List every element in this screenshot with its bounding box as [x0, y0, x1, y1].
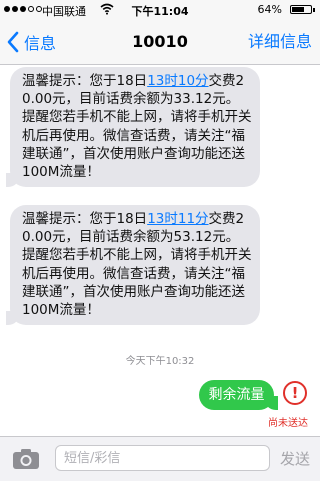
message-timestamp: 今天下午10:32: [125, 356, 195, 367]
compose-bar: 发送: [0, 436, 320, 481]
camera-icon[interactable]: [12, 447, 40, 471]
back-chevron-icon: [7, 31, 19, 53]
status-bar: 中国联通 下午11:04 64%: [0, 0, 320, 20]
message-input[interactable]: [55, 445, 270, 471]
back-button[interactable]: 信息: [6, 20, 56, 64]
message-time-link[interactable]: 13时10分: [147, 73, 208, 89]
message-list[interactable]: 温馨提示：您于18日13时10分交费20.00元，目前话费余额为33.12元。提…: [0, 65, 320, 435]
error-icon[interactable]: !: [283, 381, 307, 405]
battery-percent: 64%: [257, 3, 282, 16]
message-text: 交费20.00元，目前话费余额为33.12元。提醒您若手机不能上网，请将手机开关…: [22, 73, 252, 181]
outgoing-message-bubble[interactable]: 剩余流量: [199, 380, 278, 410]
details-button[interactable]: 详细信息: [248, 20, 312, 64]
incoming-message-bubble[interactable]: 温馨提示：您于18日13时11分交费20.00元，目前话费余额为53.12元。提…: [6, 205, 260, 326]
back-button-label: 信息: [24, 34, 57, 53]
message-time-link[interactable]: 13时11分: [147, 211, 208, 227]
message-text: 温馨提示：您于18日: [22, 73, 148, 89]
message-text: 交费20.00元，目前话费余额为53.12元。提醒您若手机不能上网，请将手机开关…: [22, 211, 252, 319]
battery-icon: [290, 5, 315, 14]
battery-fill: [292, 7, 304, 12]
incoming-message-bubble[interactable]: 温馨提示：您于18日13时10分交费20.00元，目前话费余额为33.12元。提…: [6, 67, 260, 188]
navigation-bar: 信息 10010 详细信息: [0, 20, 320, 65]
message-text: 温馨提示：您于18日: [22, 211, 148, 227]
delivery-status: 尚未送达: [268, 418, 308, 429]
send-button[interactable]: 发送: [280, 437, 310, 481]
